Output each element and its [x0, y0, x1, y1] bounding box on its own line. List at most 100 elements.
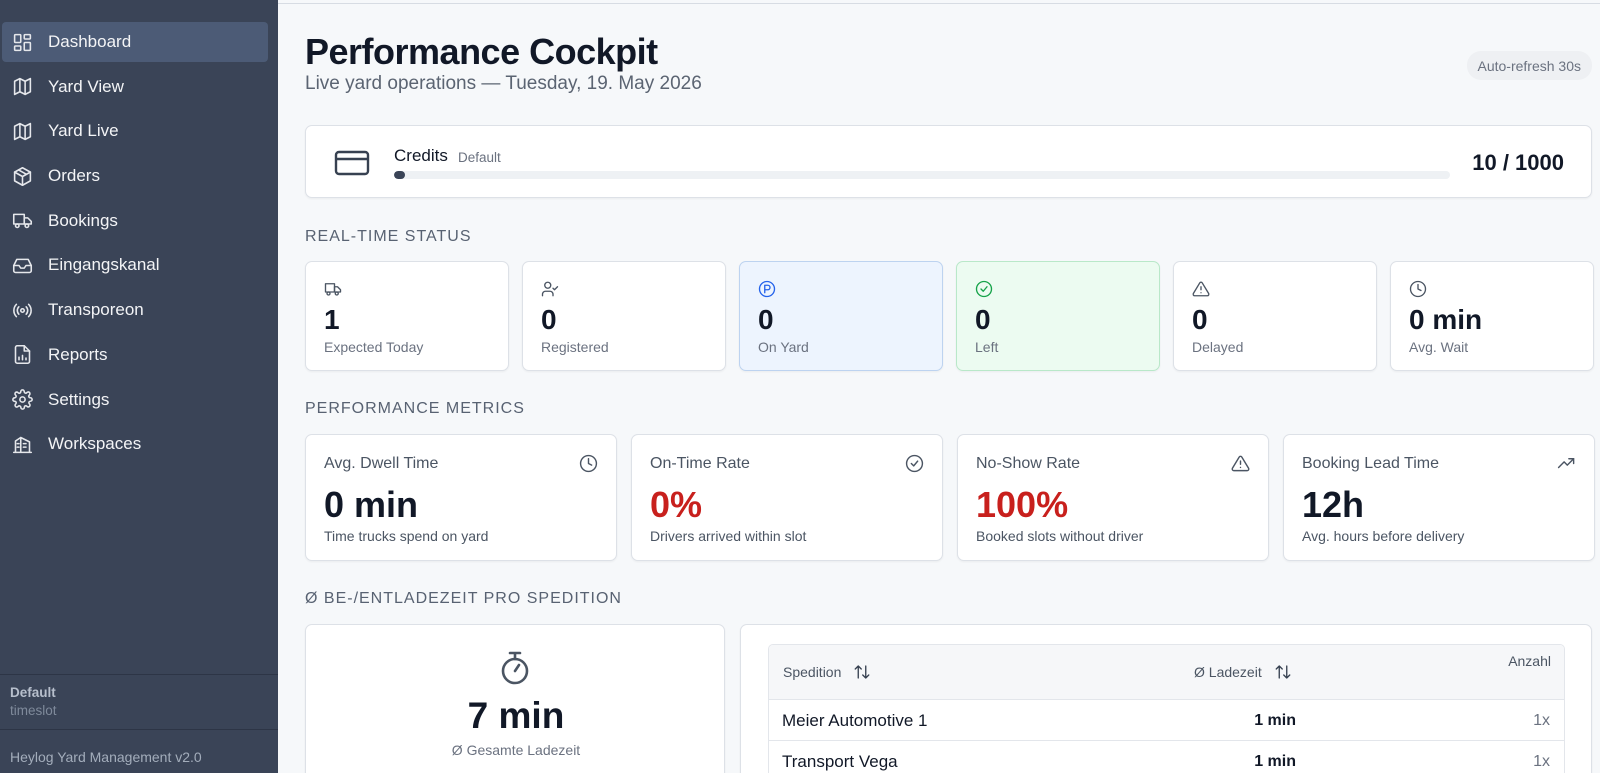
warning-icon [1231, 454, 1251, 474]
trending-up-icon [1557, 454, 1577, 474]
metric-value: 12h [1302, 484, 1365, 525]
clock-icon [579, 454, 599, 474]
sort-icon[interactable] [1274, 663, 1292, 681]
metric-description: Drivers arrived within slot [650, 528, 807, 544]
stat-label: Registered [541, 339, 609, 355]
metric-value: 0% [650, 484, 703, 525]
stat-card-avg-wait[interactable]: 0 min Avg. Wait [1390, 261, 1594, 371]
table-row[interactable]: Transport Vega 1 min 1x [769, 741, 1564, 773]
sidebar-item-bookings[interactable]: Bookings [2, 201, 268, 241]
metric-title: No-Show Rate [976, 455, 1081, 472]
ladezeit-value: 1 min [1254, 752, 1296, 770]
sidebar-item-label: Reports [48, 344, 108, 364]
metric-card-no-show-rate[interactable]: No-Show Rate 100% Booked slots without d… [957, 434, 1269, 561]
credits-label: Credits [394, 146, 448, 165]
spedition-name: Meier Automotive 1 [782, 710, 928, 730]
stat-value: 0 [758, 304, 774, 335]
sidebar-item-label: Orders [48, 166, 100, 186]
table-header: Spedition Ø Ladezeit Anzahl [769, 645, 1564, 700]
stat-label: Expected Today [324, 339, 424, 355]
realtime-section-label: REAL-TIME STATUS [305, 228, 472, 245]
sort-icon[interactable] [853, 663, 871, 681]
stat-card-on-yard[interactable]: 0 On Yard [739, 261, 943, 371]
stat-label: On Yard [758, 339, 809, 355]
sidebar-nav: Dashboard Yard View Yard Live Orders Boo… [2, 22, 268, 469]
sidebar-item-workspaces[interactable]: Workspaces [2, 424, 268, 464]
loading-table-card: Spedition Ø Ladezeit Anzahl Meier Automo… [740, 624, 1592, 773]
sidebar-item-label: Workspaces [48, 434, 142, 454]
credits-progress-bar [394, 171, 1450, 179]
column-header-spedition[interactable]: Spedition [783, 663, 871, 681]
sidebar-item-orders[interactable]: Orders [2, 156, 268, 196]
dashboard-icon [10, 30, 34, 54]
stat-value: 0 [975, 304, 991, 335]
stat-card-left[interactable]: 0 Left [956, 261, 1160, 371]
sidebar-item-yard-view[interactable]: Yard View [2, 67, 268, 107]
metric-description: Time trucks spend on yard [324, 528, 489, 544]
stat-card-registered[interactable]: 0 Registered [522, 261, 726, 371]
package-icon [10, 164, 34, 188]
credits-progress-fill [394, 171, 405, 179]
spedition-name: Transport Vega [782, 751, 898, 771]
loading-section-label: Ø BE-/ENTLADEZEIT PRO SPEDITION [305, 590, 622, 607]
stat-value: 0 min [1409, 304, 1483, 335]
column-label: Anzahl [1508, 653, 1551, 669]
building-icon [10, 432, 34, 456]
truck-icon [10, 209, 34, 233]
sidebar-item-label: Yard Live [48, 121, 119, 141]
sidebar-item-label: Transporeon [48, 300, 144, 320]
stat-value: 0 [1192, 304, 1208, 335]
sidebar-item-transporeon[interactable]: Transporeon [2, 290, 268, 330]
metric-description: Booked slots without driver [976, 528, 1144, 544]
warning-icon [1192, 280, 1212, 300]
map-icon [10, 119, 34, 143]
stat-value: 1 [324, 304, 340, 335]
report-icon [10, 343, 34, 367]
metric-title: Avg. Dwell Time [324, 455, 439, 472]
sidebar-item-label: Dashboard [48, 32, 132, 51]
truck-icon [324, 280, 344, 300]
loading-table: Spedition Ø Ladezeit Anzahl Meier Automo… [768, 644, 1565, 773]
app-version: Heylog Yard Management v2.0 [10, 749, 202, 765]
sidebar-item-label: Yard View [48, 76, 124, 96]
sidebar-item-settings[interactable]: Settings [2, 380, 268, 420]
column-header-anzahl[interactable]: Anzahl [1508, 653, 1551, 669]
column-label: Ø Ladezeit [1194, 664, 1262, 680]
sidebar-item-dashboard[interactable]: Dashboard [2, 22, 268, 62]
stat-card-delayed[interactable]: 0 Delayed [1173, 261, 1377, 371]
metric-title: Booking Lead Time [1302, 455, 1439, 472]
check-circle-icon [975, 280, 995, 300]
performance-section-label: PERFORMANCE METRICS [305, 400, 525, 417]
summary-label: Ø Gesamte Ladezeit [451, 742, 581, 758]
metric-card-on-time-rate[interactable]: On-Time Rate 0% Drivers arrived within s… [631, 434, 943, 561]
stat-value: 0 [541, 304, 557, 335]
summary-value: 7 min [467, 695, 565, 736]
gear-icon [10, 388, 34, 412]
column-label: Spedition [783, 664, 842, 680]
table-row[interactable]: Meier Automotive 1 1 min 1x [769, 700, 1564, 741]
metric-card-avg-dwell-time[interactable]: Avg. Dwell Time 0 min Time trucks spend … [305, 434, 617, 561]
auto-refresh-badge: Auto-refresh 30s [1466, 51, 1592, 80]
sidebar: Dashboard Yard View Yard Live Orders Boo… [0, 0, 278, 773]
stat-card-expected-today[interactable]: 1 Expected Today [305, 261, 509, 371]
parking-icon [758, 280, 778, 300]
top-border [278, 3, 1600, 4]
metric-card-booking-lead-time[interactable]: Booking Lead Time 12h Avg. hours before … [1283, 434, 1595, 561]
sidebar-item-reports[interactable]: Reports [2, 335, 268, 375]
credit-card-icon [334, 148, 370, 178]
sidebar-item-eingangskanal[interactable]: Eingangskanal [2, 245, 268, 285]
metric-value: 100% [976, 484, 1069, 525]
workspace-subtitle: timeslot [10, 703, 57, 718]
workspace-name[interactable]: Default [10, 685, 56, 700]
metric-title: On-Time Rate [650, 455, 750, 472]
anzahl-value: 1x [1533, 711, 1550, 729]
credits-tier: Default [458, 150, 501, 165]
map-icon [10, 75, 34, 99]
ladezeit-value: 1 min [1254, 711, 1296, 729]
column-header-ladezeit[interactable]: Ø Ladezeit [1194, 663, 1292, 681]
clock-icon [1409, 280, 1429, 300]
sidebar-item-yard-live[interactable]: Yard Live [2, 111, 268, 151]
anzahl-value: 1x [1533, 752, 1550, 770]
metric-description: Avg. hours before delivery [1302, 528, 1465, 544]
check-circle-icon [905, 454, 925, 474]
